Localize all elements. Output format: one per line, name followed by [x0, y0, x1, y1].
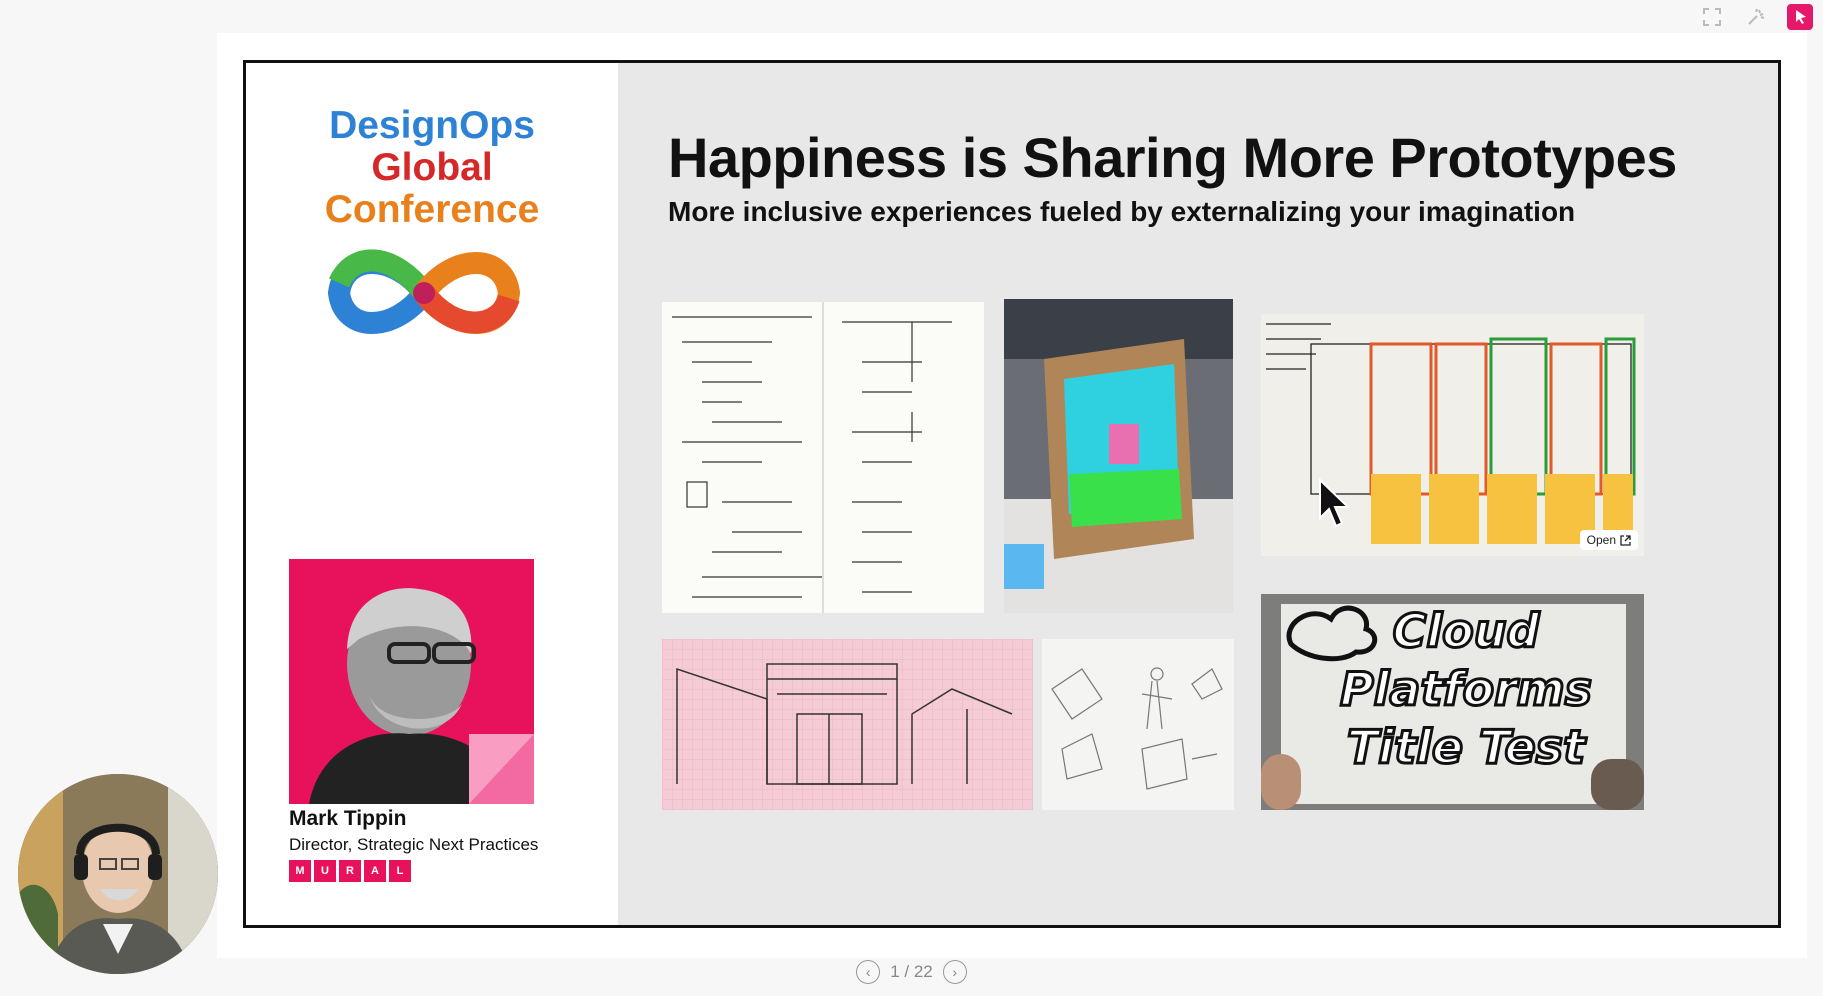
- pointer-icon[interactable]: [1787, 4, 1813, 30]
- toolbar: [1699, 4, 1813, 30]
- slide-right-panel: Happiness is Sharing More Prototypes Mor…: [618, 63, 1778, 925]
- cloud-platforms-image: Cloud Platforms Title Test: [1261, 594, 1644, 810]
- speaker-name: Mark Tippin: [289, 807, 407, 830]
- slide-subtitle: More inclusive experiences fueled by ext…: [668, 196, 1576, 227]
- logo-line-2: Global: [371, 146, 493, 189]
- cloud-platforms-text: Cloud Platforms Title Test: [1338, 603, 1593, 776]
- open-button[interactable]: Open: [1579, 530, 1638, 550]
- speaker-photo: [289, 559, 534, 804]
- chevron-left-icon: ‹: [865, 964, 871, 980]
- open-label: Open: [1586, 533, 1616, 547]
- slide-left-panel: DesignOps Global Conference Mark Tippin …: [246, 63, 618, 925]
- next-slide-button[interactable]: ›: [942, 960, 967, 984]
- previous-slide-button[interactable]: ‹: [856, 960, 881, 984]
- mouse-cursor-icon: [1319, 478, 1351, 528]
- external-link-icon: [1620, 534, 1631, 546]
- mural-letter: M: [289, 860, 311, 882]
- sketch-notebook-image: [662, 302, 984, 613]
- slide: DesignOps Global Conference Mark Tippin …: [243, 60, 1781, 928]
- cardboard-prototype-image: [1004, 299, 1233, 613]
- infinity-logo-icon: [327, 249, 521, 334]
- speaker-title: Director, Strategic Next Practices: [289, 835, 539, 854]
- pencil-sketch-image: [1042, 639, 1234, 810]
- fullscreen-icon[interactable]: [1699, 4, 1725, 30]
- laser-pointer-icon[interactable]: [1743, 4, 1769, 30]
- mural-letter: L: [389, 860, 411, 882]
- mural-logo: M U R A L: [289, 860, 411, 882]
- logo-line-1: DesignOps: [329, 104, 535, 147]
- page-indicator: 1 / 22: [890, 962, 933, 981]
- logo-line-3: Conference: [324, 188, 540, 231]
- mural-letter: R: [339, 860, 361, 882]
- mural-letter: U: [314, 860, 336, 882]
- mural-letter: A: [364, 860, 386, 882]
- slide-pager: ‹ 1 / 22 ›: [0, 960, 1823, 984]
- chevron-right-icon: ›: [952, 964, 958, 980]
- elevation-sketch-image: [662, 639, 1033, 810]
- webcam-bubble[interactable]: [18, 774, 218, 974]
- slide-title: Happiness is Sharing More Prototypes: [668, 126, 1677, 189]
